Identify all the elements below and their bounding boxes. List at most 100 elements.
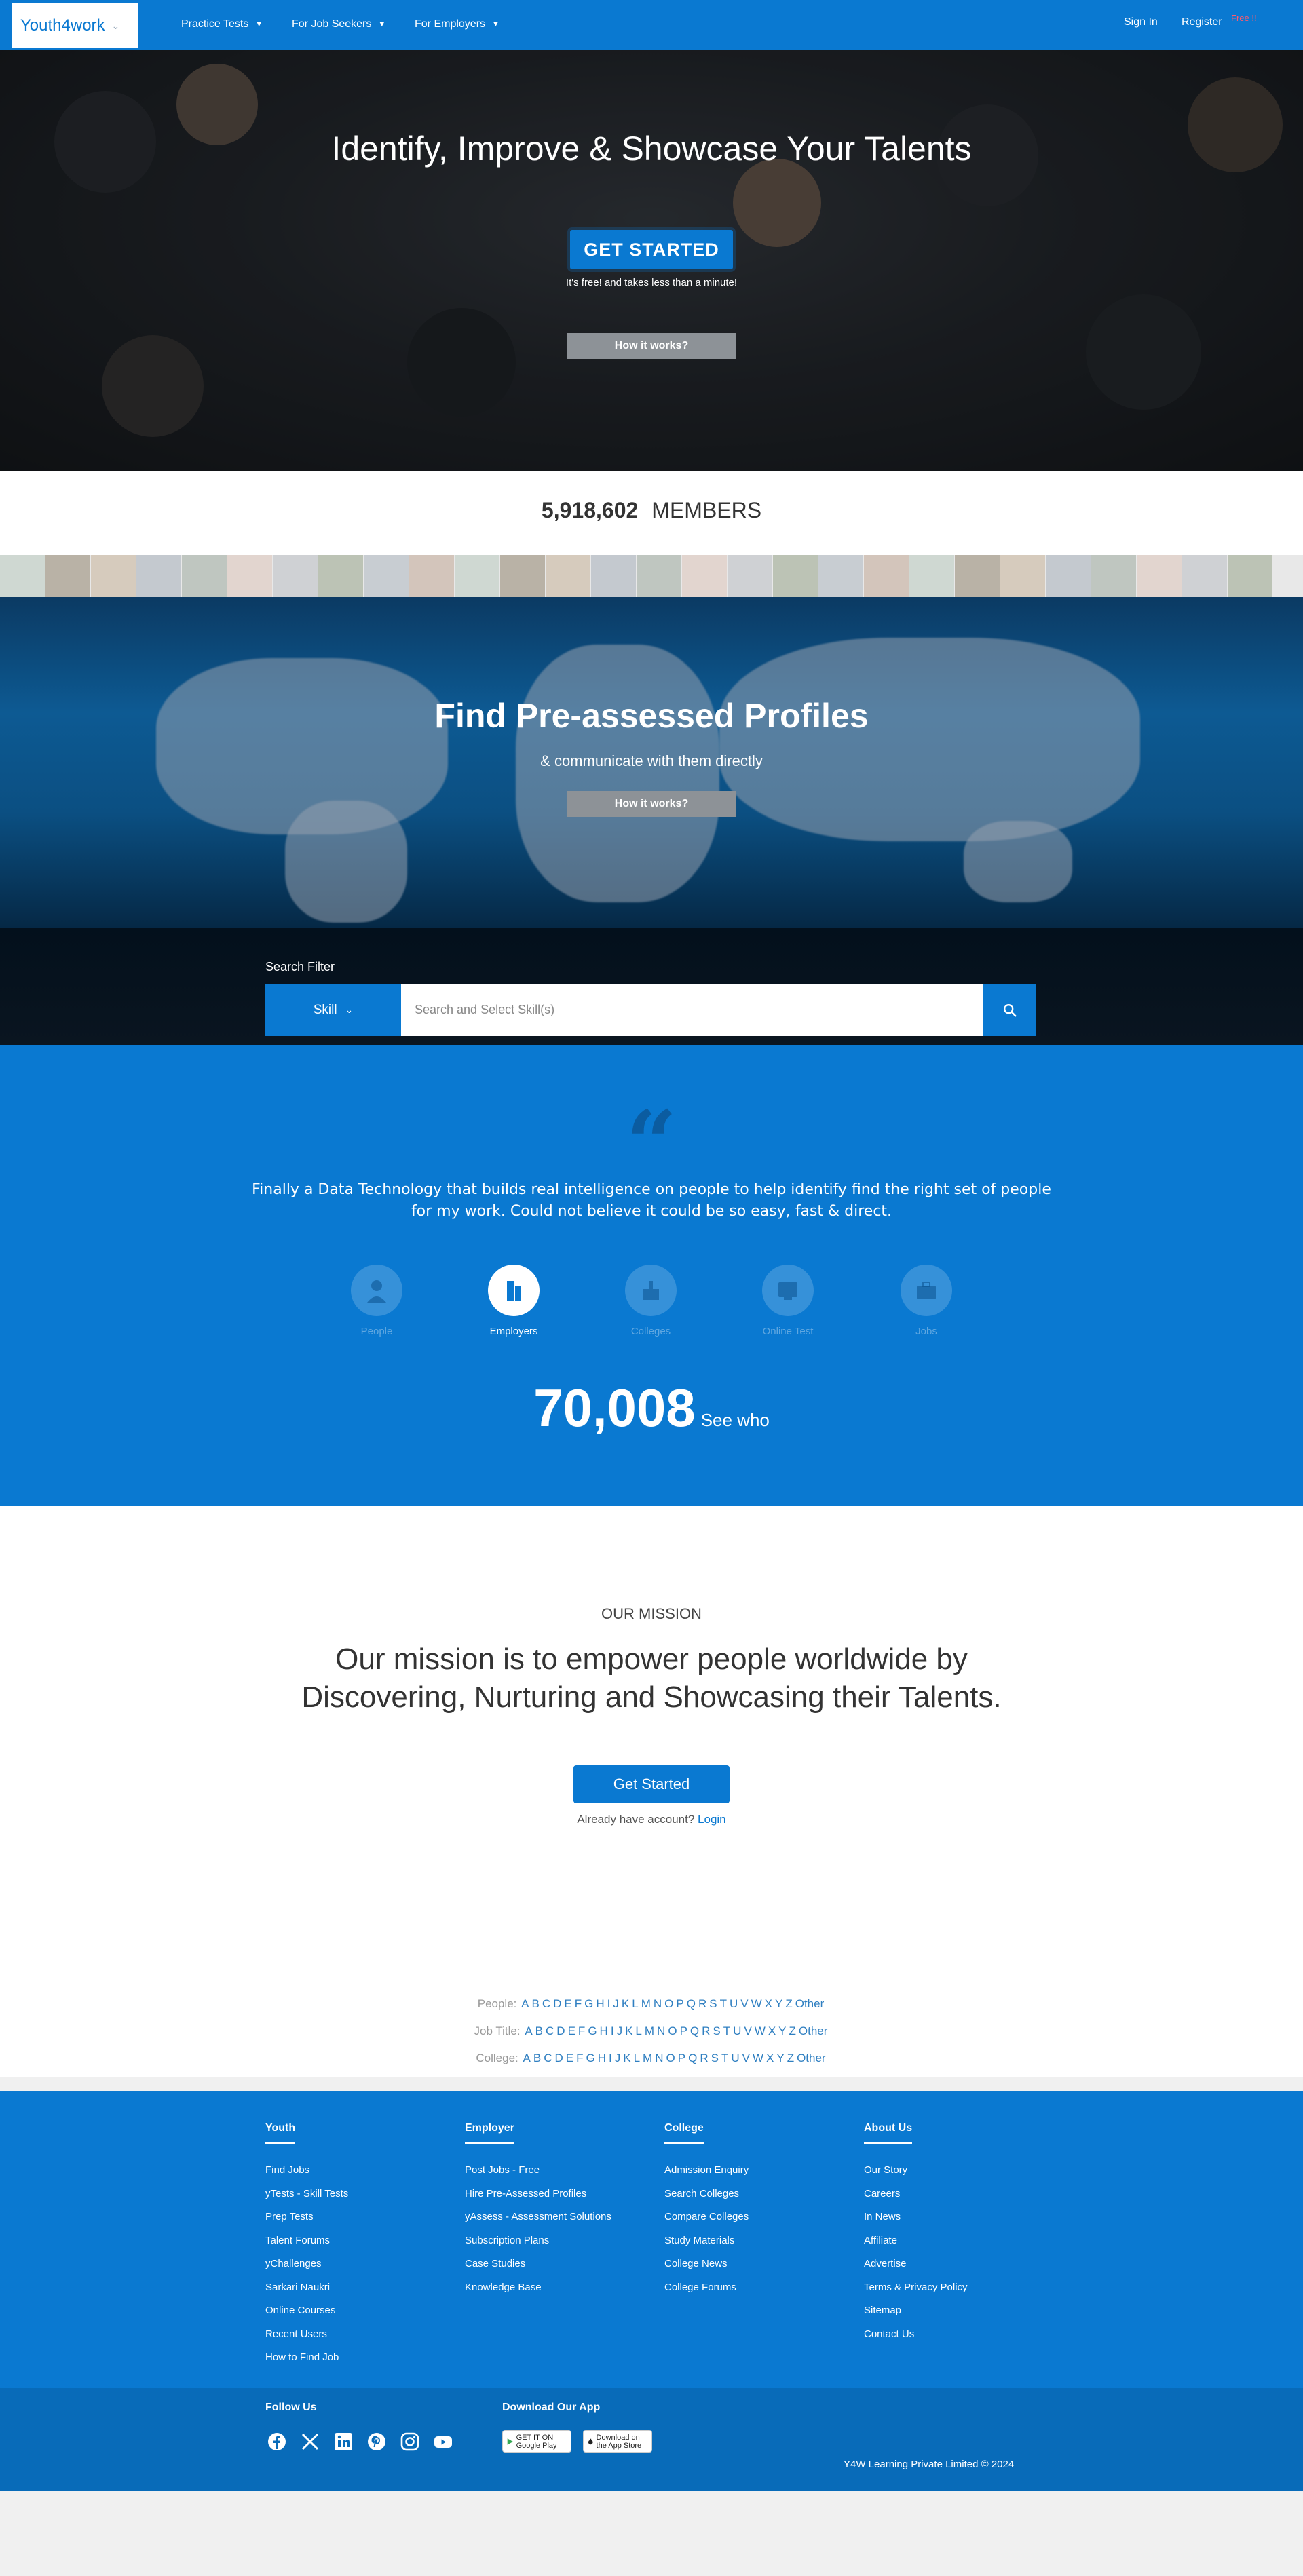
footer-link[interactable]: yTests - Skill Tests: [265, 2183, 348, 2206]
footer-link[interactable]: Affiliate: [864, 2229, 968, 2253]
member-avatar[interactable]: [1137, 555, 1182, 597]
member-avatar[interactable]: [409, 555, 454, 597]
directory-letter-link[interactable]: Z: [785, 1997, 792, 2010]
footer-link[interactable]: Prep Tests: [265, 2206, 348, 2229]
footer-link[interactable]: How to Find Job: [265, 2346, 348, 2370]
directory-letter-link[interactable]: M: [645, 2024, 654, 2037]
member-avatar[interactable]: [182, 555, 227, 597]
directory-letter-link[interactable]: W: [753, 2052, 763, 2064]
logo[interactable]: Youth4work ⌄: [12, 3, 138, 48]
member-avatar[interactable]: [955, 555, 1000, 597]
directory-letter-link[interactable]: L: [635, 2024, 641, 2037]
member-avatar[interactable]: [1182, 555, 1227, 597]
directory-letter-link[interactable]: T: [720, 1997, 727, 2010]
directory-letter-link[interactable]: J: [613, 1997, 619, 2010]
member-avatar[interactable]: [45, 555, 90, 597]
skill-filter-dropdown[interactable]: Skill ⌄: [265, 984, 401, 1036]
footer-link[interactable]: Terms & Privacy Policy: [864, 2276, 968, 2300]
directory-letter-link[interactable]: Q: [690, 2024, 699, 2037]
directory-letter-link[interactable]: B: [535, 2024, 543, 2037]
instagram-icon[interactable]: [398, 2430, 421, 2453]
directory-letter-link[interactable]: A: [525, 2024, 532, 2037]
directory-letter-link[interactable]: H: [600, 2024, 608, 2037]
directory-letter-link[interactable]: S: [711, 2052, 719, 2064]
login-link[interactable]: Login: [698, 1813, 726, 1826]
directory-letter-link[interactable]: B: [533, 2052, 541, 2064]
member-avatar[interactable]: [728, 555, 772, 597]
directory-letter-link[interactable]: Y: [776, 2052, 784, 2064]
member-avatar[interactable]: [818, 555, 863, 597]
directory-letter-link[interactable]: Q: [688, 2052, 697, 2064]
directory-letter-link[interactable]: R: [702, 2024, 710, 2037]
footer-link[interactable]: In News: [864, 2206, 968, 2229]
footer-link[interactable]: Recent Users: [265, 2323, 348, 2347]
directory-letter-link[interactable]: Other: [799, 2024, 828, 2037]
member-avatar[interactable]: [682, 555, 727, 597]
directory-letter-link[interactable]: E: [564, 1997, 571, 2010]
footer-link[interactable]: Subscription Plans: [465, 2229, 611, 2253]
directory-letter-link[interactable]: I: [609, 2052, 612, 2064]
footer-link[interactable]: Sitemap: [864, 2299, 968, 2323]
directory-letter-link[interactable]: M: [643, 2052, 652, 2064]
member-avatar[interactable]: [1091, 555, 1136, 597]
directory-letter-link[interactable]: S: [713, 2024, 720, 2037]
directory-letter-link[interactable]: P: [680, 2024, 687, 2037]
directory-letter-link[interactable]: W: [755, 2024, 766, 2037]
directory-letter-link[interactable]: V: [740, 1997, 748, 2010]
directory-letter-link[interactable]: V: [744, 2024, 751, 2037]
directory-letter-link[interactable]: R: [698, 1997, 706, 2010]
app-store-badge[interactable]: Download on the App Store: [583, 2430, 652, 2453]
member-avatar[interactable]: [455, 555, 499, 597]
footer-link[interactable]: Careers: [864, 2183, 968, 2206]
google-play-badge[interactable]: GET IT ON Google Play: [502, 2430, 571, 2453]
directory-letter-link[interactable]: Z: [789, 2024, 796, 2037]
directory-letter-link[interactable]: K: [625, 2024, 632, 2037]
footer-link[interactable]: Search Colleges: [664, 2183, 749, 2206]
footer-link[interactable]: Hire Pre-Assessed Profiles: [465, 2183, 611, 2206]
footer-link[interactable]: yChallenges: [265, 2252, 348, 2276]
footer-link[interactable]: Sarkari Naukri: [265, 2276, 348, 2300]
directory-letter-link[interactable]: J: [617, 2024, 623, 2037]
directory-letter-link[interactable]: C: [544, 2052, 552, 2064]
directory-letter-link[interactable]: Y: [778, 2024, 786, 2037]
directory-letter-link[interactable]: R: [700, 2052, 708, 2064]
member-avatar[interactable]: [500, 555, 545, 597]
directory-letter-link[interactable]: O: [668, 2024, 677, 2037]
member-avatar[interactable]: [864, 555, 909, 597]
member-avatar[interactable]: [909, 555, 954, 597]
directory-letter-link[interactable]: N: [654, 1997, 662, 2010]
footer-link[interactable]: yAssess - Assessment Solutions: [465, 2206, 611, 2229]
facebook-icon[interactable]: [265, 2430, 288, 2453]
directory-letter-link[interactable]: O: [666, 2052, 675, 2064]
member-avatar[interactable]: [591, 555, 636, 597]
see-who-link[interactable]: See who: [701, 1410, 770, 1430]
register-link[interactable]: Register: [1182, 16, 1222, 28]
directory-letter-link[interactable]: A: [521, 1997, 529, 2010]
get-started-button[interactable]: GET STARTED: [570, 230, 733, 269]
directory-letter-link[interactable]: X: [766, 2052, 774, 2064]
directory-letter-link[interactable]: W: [751, 1997, 762, 2010]
member-avatar[interactable]: [364, 555, 409, 597]
directory-letter-link[interactable]: H: [598, 2052, 606, 2064]
category-people[interactable]: People: [322, 1265, 431, 1337]
directory-letter-link[interactable]: K: [622, 1997, 629, 2010]
pinterest-icon[interactable]: [365, 2430, 388, 2453]
directory-letter-link[interactable]: K: [623, 2052, 630, 2064]
directory-letter-link[interactable]: F: [575, 1997, 582, 2010]
directory-letter-link[interactable]: U: [733, 2024, 741, 2037]
directory-letter-link[interactable]: G: [584, 1997, 593, 2010]
how-it-works-button[interactable]: How it works?: [567, 333, 736, 359]
footer-link[interactable]: Contact Us: [864, 2323, 968, 2347]
footer-link[interactable]: College News: [664, 2252, 749, 2276]
directory-letter-link[interactable]: I: [611, 2024, 614, 2037]
member-avatar[interactable]: [1046, 555, 1091, 597]
member-avatar[interactable]: [136, 555, 181, 597]
directory-letter-link[interactable]: M: [641, 1997, 651, 2010]
directory-letter-link[interactable]: U: [731, 2052, 739, 2064]
directory-letter-link[interactable]: Other: [795, 1997, 825, 2010]
member-avatar[interactable]: [318, 555, 363, 597]
linkedin-icon[interactable]: [332, 2430, 355, 2453]
member-avatar[interactable]: [1228, 555, 1272, 597]
member-avatar[interactable]: [1000, 555, 1045, 597]
sign-in-link[interactable]: Sign In: [1124, 16, 1158, 28]
